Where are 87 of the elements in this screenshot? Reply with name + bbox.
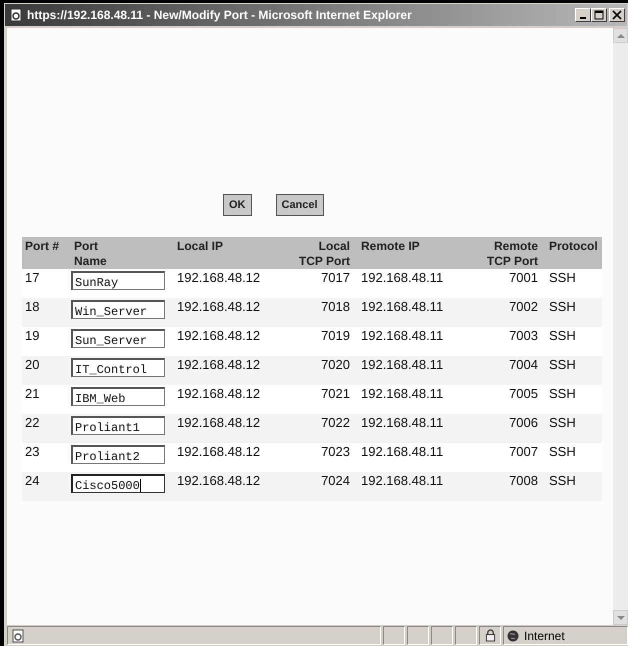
close-icon	[612, 10, 622, 20]
table-cell: 7003	[477, 327, 546, 356]
column-header: Port Name	[71, 237, 174, 269]
table-cell: 7004	[477, 356, 546, 385]
table-cell: SSH	[546, 414, 602, 443]
table-cell: 17	[22, 269, 71, 298]
input-field[interactable]: Proliant1	[71, 416, 165, 435]
status-panel	[407, 626, 429, 645]
table-cell: 192.168.48.11	[358, 298, 477, 327]
table-cell: 7007	[477, 443, 546, 472]
table-cell: 192.168.48.12	[174, 356, 291, 385]
column-header: Protocol	[546, 237, 602, 269]
text-cursor	[140, 479, 141, 492]
table-cell: 22	[22, 414, 71, 443]
table-cell: 192.168.48.12	[174, 472, 291, 501]
column-header: Local TCP Port	[291, 237, 358, 269]
table-cell: 192.168.48.12	[174, 385, 291, 414]
table-cell: 7001	[477, 269, 546, 298]
table-cell: 19	[22, 327, 71, 356]
table-cell: 7023	[291, 443, 358, 472]
window-title: https://192.168.48.11 - New/Modify Port - Microsoft Internet Explorer	[27, 8, 413, 22]
column-header: Remote IP	[358, 237, 477, 269]
page-icon	[11, 628, 25, 642]
table-cell: 192.168.48.12	[174, 298, 291, 327]
column-header: Port #	[22, 237, 71, 269]
maximize-icon	[594, 10, 604, 20]
cancel-button[interactable]: Cancel	[276, 194, 324, 216]
input-field[interactable]: Sun_Server	[71, 329, 165, 348]
table-cell: SSH	[546, 443, 602, 472]
status-panel	[431, 626, 453, 645]
table-cell: 21	[22, 385, 71, 414]
globe-icon	[507, 630, 519, 642]
table-cell: 192.168.48.12	[174, 414, 291, 443]
column-header: Remote TCP Port	[477, 237, 546, 269]
table-cell: 192.168.48.12	[174, 269, 291, 298]
table-cell: 23	[22, 443, 71, 472]
table-cell: 18	[22, 298, 71, 327]
table-cell: 7024	[291, 472, 358, 501]
input-field[interactable]: IBM_Web	[71, 387, 165, 406]
table-cell: SSH	[546, 269, 602, 298]
column-header: Local IP	[174, 237, 291, 269]
table-cell: 7021	[291, 385, 358, 414]
table-cell: 20	[22, 356, 71, 385]
ok-button[interactable]: OK	[223, 194, 252, 216]
table-cell: 24	[22, 472, 71, 501]
up-arrow-icon	[616, 32, 624, 38]
table-cell: 192.168.48.11	[358, 356, 477, 385]
input-field[interactable]: Proliant2	[71, 445, 165, 464]
table-cell: 192.168.48.11	[358, 414, 477, 443]
input-field[interactable]: Cisco5000	[71, 474, 165, 493]
input-field[interactable]: SunRay	[71, 271, 165, 290]
table-cell: 192.168.48.11	[358, 385, 477, 414]
table-cell: SSH	[546, 298, 602, 327]
scroll-up-button[interactable]	[613, 28, 628, 43]
down-arrow-icon	[616, 614, 624, 620]
status-panel	[455, 626, 477, 645]
table-cell: 192.168.48.11	[358, 269, 477, 298]
input-field[interactable]: IT_Control	[71, 358, 165, 377]
table-cell: 7018	[291, 298, 358, 327]
table-cell: 7008	[477, 472, 546, 501]
table-cell: 7005	[477, 385, 546, 414]
page-icon	[9, 8, 23, 22]
zone-label: Internet	[524, 628, 565, 642]
table-cell: SSH	[546, 385, 602, 414]
minimize-icon	[580, 17, 586, 19]
scroll-down-button[interactable]	[613, 610, 628, 625]
minimize-button[interactable]	[575, 8, 591, 22]
scrollbar[interactable]	[613, 28, 628, 625]
table-cell: 192.168.48.11	[358, 443, 477, 472]
close-button[interactable]	[609, 8, 625, 22]
table-cell: 192.168.48.11	[358, 472, 477, 501]
table-cell: 192.168.48.11	[358, 327, 477, 356]
table-cell: 192.168.48.12	[174, 327, 291, 356]
table-cell: SSH	[546, 472, 602, 501]
input-field[interactable]: Win_Server	[71, 300, 165, 319]
maximize-button[interactable]	[591, 8, 607, 22]
table-cell: 7017	[291, 269, 358, 298]
status-panel	[383, 626, 405, 645]
table-cell: 192.168.48.12	[174, 443, 291, 472]
table-cell: 7002	[477, 298, 546, 327]
table-cell: SSH	[546, 327, 602, 356]
table-cell: 7019	[291, 327, 358, 356]
table-cell: SSH	[546, 356, 602, 385]
table-cell: 7020	[291, 356, 358, 385]
table-cell: 7022	[291, 414, 358, 443]
table-cell: 7006	[477, 414, 546, 443]
lock-icon	[484, 629, 496, 642]
